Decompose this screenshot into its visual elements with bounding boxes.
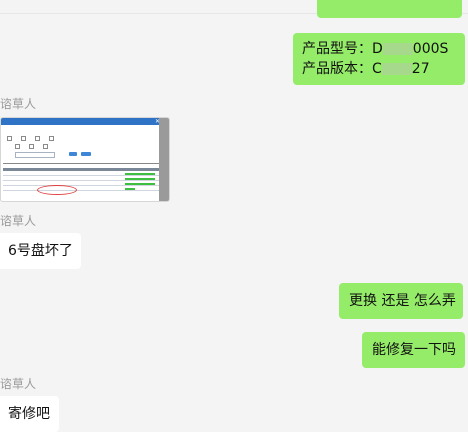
product-version-label: 产品版本：C (302, 61, 382, 77)
thumb-table-header (3, 168, 159, 171)
message-text: 更换 还是 怎么弄 (349, 293, 456, 309)
thumb-button (81, 152, 91, 156)
thumb-button (69, 152, 77, 156)
thumb-progress (125, 188, 135, 190)
product-model-suffix: 000S (412, 41, 449, 57)
checkbox-icon (35, 136, 40, 141)
scrollbar (159, 118, 169, 201)
checkbox-icon (49, 136, 54, 141)
checkbox-icon (15, 144, 20, 149)
incoming-message[interactable]: 6号盘坏了 (0, 233, 81, 269)
thumb-progress (125, 183, 155, 185)
redacted-mark (381, 63, 412, 75)
message-text: 能修复一下吗 (372, 342, 456, 358)
product-version-suffix: 27 (411, 61, 430, 77)
thumb-progress (125, 178, 155, 180)
product-version-line: 产品版本：C 27 (302, 59, 456, 79)
outgoing-message[interactable]: 更换 还是 怎么弄 (339, 283, 463, 319)
product-model-line: 产品型号：D 000S (302, 39, 456, 59)
checkbox-icon (43, 144, 48, 149)
checkbox-icon (29, 144, 34, 149)
checkbox-icon (7, 136, 12, 141)
outgoing-message-partial[interactable] (317, 0, 462, 18)
product-info-message[interactable]: 产品型号：D 000S 产品版本：C 27 (293, 33, 465, 85)
message-text: 寄修吧 (8, 406, 50, 422)
incoming-message[interactable]: 寄修吧 (0, 396, 59, 432)
sender-name: 谘草人 (0, 377, 37, 391)
checkbox-icon (21, 136, 26, 141)
thumb-table-row (3, 180, 159, 181)
thumb-table-row (3, 175, 159, 176)
message-text: 6号盘坏了 (8, 243, 73, 259)
thumb-table-row (3, 185, 159, 186)
screenshot-image-message[interactable]: ✕ (0, 117, 170, 202)
highlight-circle (37, 185, 77, 195)
thumb-table-row (3, 190, 159, 191)
thumb-divider (3, 163, 159, 164)
sender-name: 谘草人 (0, 97, 37, 111)
outgoing-message[interactable]: 能修复一下吗 (362, 332, 465, 368)
redacted-mark (382, 43, 413, 55)
thumb-title-bar (1, 118, 161, 125)
sender-name: 谘草人 (0, 214, 37, 228)
thumb-input (15, 152, 55, 158)
product-model-label: 产品型号：D (302, 41, 383, 57)
thumb-progress (125, 173, 155, 175)
